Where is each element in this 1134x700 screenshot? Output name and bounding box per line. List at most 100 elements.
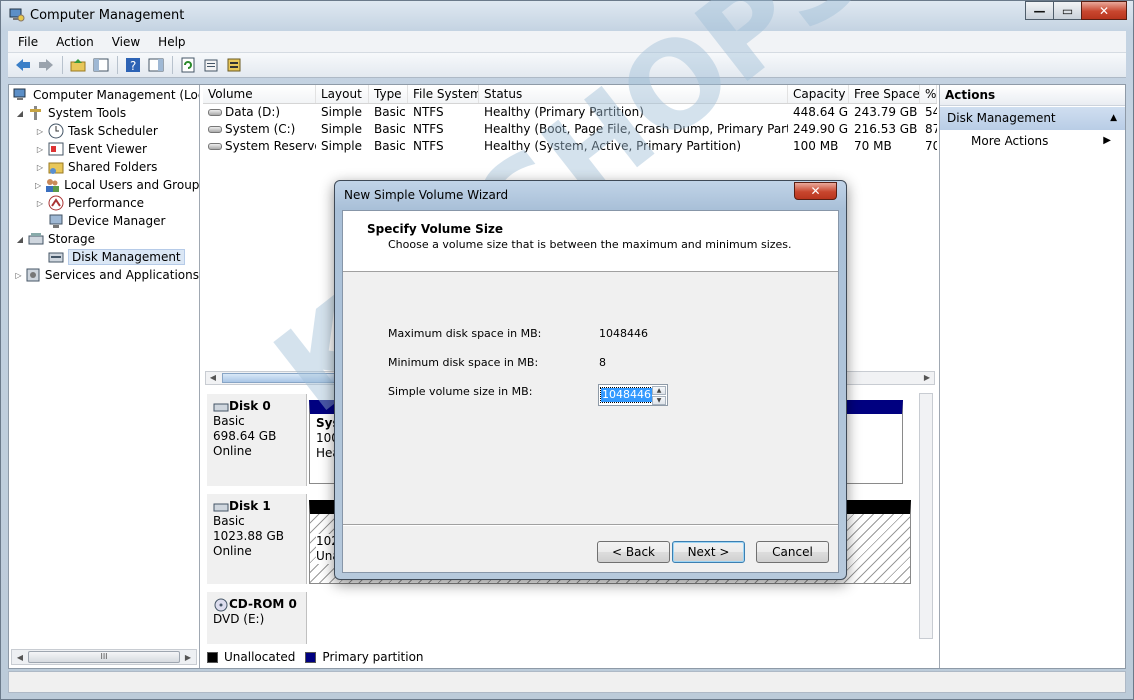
- expand-triangle-icon[interactable]: ▷: [35, 181, 41, 190]
- tree-item-system-tools[interactable]: ◢ System Tools: [9, 104, 199, 122]
- column-header-free-space[interactable]: Free Space: [849, 85, 920, 103]
- column-header-type[interactable]: Type: [369, 85, 408, 103]
- actions-pane: Actions Disk Management ▲ More Actions ▶: [939, 85, 1125, 668]
- menu-bar: File Action View Help: [8, 31, 1126, 53]
- submenu-arrow-icon: ▶: [1103, 135, 1111, 146]
- tree-item-event-viewer[interactable]: ▷ Event Viewer: [9, 140, 199, 158]
- computer-management-icon: [13, 87, 29, 103]
- disk-1-label[interactable]: Disk 1 Basic 1023.88 GB Online: [207, 494, 307, 584]
- maximize-button[interactable]: ▭: [1053, 1, 1082, 20]
- column-header-capacity[interactable]: Capacity: [788, 85, 849, 103]
- next-button[interactable]: Next >: [672, 541, 745, 563]
- tree-item-storage[interactable]: ◢ Storage: [9, 230, 199, 248]
- tree-item-root[interactable]: Computer Management (Local: [9, 86, 199, 104]
- wizard-heading: Specify Volume Size: [367, 222, 504, 236]
- min-space-value: 8: [599, 356, 606, 369]
- collapse-triangle-icon[interactable]: ◢: [15, 235, 25, 244]
- cell-layout: Simple: [321, 139, 362, 153]
- disk-0-data-partition[interactable]: [843, 400, 903, 484]
- wizard-close-button[interactable]: ✕: [794, 182, 837, 200]
- scroll-thumb[interactable]: III: [28, 651, 180, 663]
- disk-name: Disk 0: [229, 399, 271, 413]
- tree-item-disk-management[interactable]: Disk Management: [9, 248, 199, 266]
- column-header-percent[interactable]: %: [920, 85, 937, 103]
- volume-name: System Reserved: [225, 139, 316, 153]
- up-folder-icon[interactable]: [67, 55, 88, 75]
- collapse-triangle-icon[interactable]: ◢: [15, 109, 25, 118]
- volume-size-stepper[interactable]: 1048446 ▲ ▼: [598, 384, 668, 406]
- expand-triangle-icon[interactable]: ▷: [35, 145, 45, 154]
- table-row[interactable]: System (C:) Simple Basic NTFS Healthy (B…: [203, 121, 937, 138]
- disk-state: Online: [213, 444, 252, 458]
- disk-type: Basic: [213, 414, 245, 428]
- wizard-subheading: Choose a volume size that is between the…: [388, 238, 792, 251]
- menu-view[interactable]: View: [112, 35, 140, 49]
- expand-triangle-icon[interactable]: ▷: [35, 127, 45, 136]
- cell-layout: Simple: [321, 105, 362, 119]
- tree-label: Local Users and Groups: [64, 178, 200, 192]
- properties-icon[interactable]: [200, 55, 221, 75]
- volume-name: System (C:): [225, 122, 296, 136]
- refresh-icon[interactable]: [177, 55, 198, 75]
- scroll-right-icon[interactable]: ▶: [180, 653, 196, 662]
- tree-item-services[interactable]: ▷ Services and Applications: [9, 266, 199, 284]
- legend-primary-label: Primary partition: [322, 650, 424, 664]
- cell-free-space: 243.79 GB: [854, 105, 918, 119]
- console-tree: Computer Management (Local ◢ System Tool…: [9, 85, 200, 668]
- help-icon[interactable]: ?: [122, 55, 143, 75]
- disk-properties-icon[interactable]: [223, 55, 244, 75]
- tree-item-shared-folders[interactable]: ▷ Shared Folders: [9, 158, 199, 176]
- tree-label: Storage: [48, 232, 95, 246]
- show-hide-action-pane-icon[interactable]: [145, 55, 166, 75]
- column-header-file-system[interactable]: File System: [408, 85, 479, 103]
- forward-arrow-icon[interactable]: [35, 55, 56, 75]
- menu-file[interactable]: File: [18, 35, 38, 49]
- disk-0-label[interactable]: Disk 0 Basic 698.64 GB Online: [207, 394, 307, 486]
- cdrom-0-label[interactable]: CD-ROM 0 DVD (E:): [207, 592, 307, 644]
- tree-item-device-manager[interactable]: Device Manager: [9, 212, 199, 230]
- storage-icon: [28, 231, 44, 247]
- back-arrow-icon[interactable]: [12, 55, 33, 75]
- volume-icon: [208, 109, 222, 116]
- expand-triangle-icon[interactable]: ▷: [15, 271, 22, 280]
- menu-help[interactable]: Help: [158, 35, 185, 49]
- toolbar-separator: [117, 56, 118, 74]
- volume-size-input[interactable]: 1048446: [600, 387, 653, 403]
- volume-icon: [208, 143, 222, 150]
- spin-down-icon[interactable]: ▼: [652, 396, 666, 405]
- tree-item-performance[interactable]: ▷ Performance: [9, 194, 199, 212]
- expand-triangle-icon[interactable]: ▷: [35, 199, 45, 208]
- show-hide-console-tree-icon[interactable]: [90, 55, 111, 75]
- max-space-value: 1048446: [599, 327, 648, 340]
- column-header-layout[interactable]: Layout: [316, 85, 369, 103]
- scroll-left-icon[interactable]: ◀: [206, 372, 220, 384]
- table-row[interactable]: Data (D:) Simple Basic NTFS Healthy (Pri…: [203, 104, 937, 121]
- menu-action[interactable]: Action: [56, 35, 94, 49]
- more-actions-item[interactable]: More Actions ▶: [940, 130, 1125, 152]
- tree-horizontal-scrollbar[interactable]: ◀ III ▶: [11, 649, 197, 665]
- scroll-right-icon[interactable]: ▶: [920, 372, 934, 384]
- spin-up-icon[interactable]: ▲: [652, 386, 666, 395]
- tree-item-task-scheduler[interactable]: ▷ Task Scheduler: [9, 122, 199, 140]
- cell-file-system: NTFS: [413, 139, 444, 153]
- scroll-left-icon[interactable]: ◀: [12, 653, 28, 662]
- tree-label: Shared Folders: [68, 160, 158, 174]
- disk-name: CD-ROM 0: [229, 597, 297, 611]
- cancel-button[interactable]: Cancel: [756, 541, 829, 563]
- table-row[interactable]: System Reserved Simple Basic NTFS Health…: [203, 138, 937, 155]
- actions-section-disk-management[interactable]: Disk Management ▲: [940, 107, 1125, 130]
- min-space-label: Minimum disk space in MB:: [388, 356, 539, 369]
- cd-rom-icon: [214, 598, 228, 611]
- column-header-status[interactable]: Status: [479, 85, 788, 103]
- collapse-up-icon[interactable]: ▲: [1110, 107, 1117, 130]
- minimize-button[interactable]: —: [1025, 1, 1054, 20]
- back-button[interactable]: < Back: [597, 541, 670, 563]
- section-label: Disk Management: [947, 111, 1056, 125]
- column-header-volume[interactable]: Volume: [203, 85, 316, 103]
- disk-map-vertical-scrollbar[interactable]: [919, 393, 933, 639]
- close-button[interactable]: ✕: [1081, 1, 1127, 20]
- legend-primary-swatch: [305, 651, 317, 663]
- legend-unallocated-label: Unallocated: [224, 650, 296, 664]
- tree-item-local-users[interactable]: ▷ Local Users and Groups: [9, 176, 199, 194]
- expand-triangle-icon[interactable]: ▷: [35, 163, 45, 172]
